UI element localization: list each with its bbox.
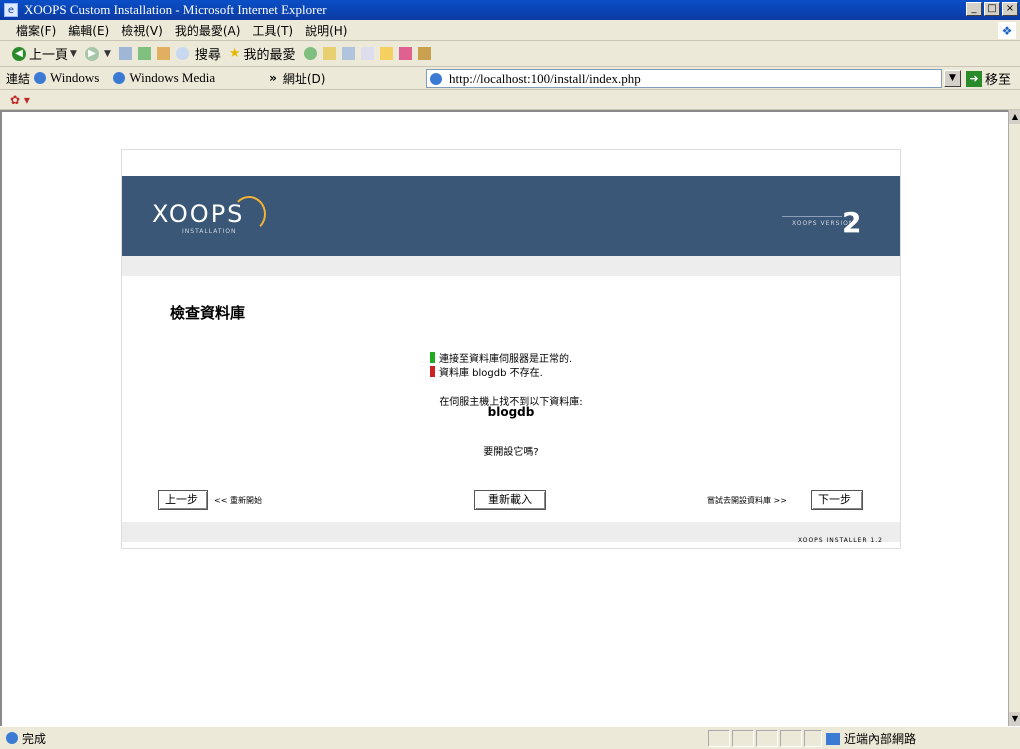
window-title: XOOPS Custom Installation - Microsoft In… — [24, 2, 327, 17]
logo-subtitle: INSTALLATION — [182, 228, 237, 235]
chevron-down-icon: ▼ — [103, 48, 111, 59]
status-bar: 完成 近端內部網路 — [0, 726, 1020, 749]
link-windows-media-label: Windows Media — [129, 70, 216, 85]
menu-tools[interactable]: 工具(T) — [252, 22, 293, 39]
address-bar: 連結 Windows Windows Media » 網址(D) http://… — [0, 67, 1020, 90]
back-label: 上一頁 — [29, 48, 69, 63]
intranet-zone-icon — [826, 732, 840, 745]
prev-button[interactable]: 上一步 — [158, 490, 208, 510]
status-panel — [780, 730, 802, 747]
favorites-button[interactable]: ★ 我的最愛 — [229, 44, 296, 63]
go-arrow-icon: ➜ — [966, 70, 982, 87]
status-panel — [804, 730, 822, 747]
forward-arrow-icon: ▶ — [84, 46, 99, 61]
search-icon — [175, 47, 189, 60]
edit-icon[interactable] — [360, 47, 374, 60]
link-windows-label: Windows — [50, 70, 100, 85]
star-icon: ★ — [228, 46, 241, 61]
error-indicator-icon — [430, 366, 435, 377]
next-button[interactable]: 下一步 — [811, 490, 863, 510]
browser-viewport: XOOPS INSTALLATION XOOPS VERSION 2 檢查資料庫… — [0, 110, 1008, 726]
installer-page: XOOPS INSTALLATION XOOPS VERSION 2 檢查資料庫… — [122, 150, 900, 548]
ie-page-icon — [34, 72, 47, 84]
installer-banner: XOOPS INSTALLATION XOOPS VERSION 2 — [122, 176, 900, 256]
banner-divider — [122, 256, 900, 276]
links-overflow-chevron-icon[interactable]: » — [269, 71, 277, 85]
history-icon[interactable] — [303, 47, 317, 60]
status-text: 完成 — [22, 731, 47, 746]
status-ok-text: 連接至資料庫伺服器是正常的. — [439, 354, 573, 365]
status-done: 完成 — [6, 730, 46, 747]
page-title: 檢查資料庫 — [170, 304, 246, 322]
discuss-icon[interactable] — [379, 47, 393, 60]
menu-favorites[interactable]: 我的最愛(A) — [175, 22, 241, 39]
version-rule — [782, 216, 842, 217]
database-name: blogdb — [487, 405, 535, 419]
favorites-label: 我的最愛 — [243, 48, 296, 63]
prev-hint: << 重新開始 — [214, 496, 262, 505]
forward-button[interactable]: ▶ ▼ — [84, 46, 111, 61]
security-zone[interactable]: 近端內部網路 — [826, 730, 916, 747]
print-icon[interactable] — [341, 47, 355, 60]
windows-logo-icon: ❖ — [998, 22, 1016, 39]
home-icon[interactable] — [156, 47, 170, 60]
status-error-text: 資料庫 blogdb 不存在. — [439, 368, 543, 379]
search-button[interactable]: 搜尋 — [175, 44, 221, 63]
mail-icon[interactable] — [322, 47, 336, 60]
refresh-icon[interactable] — [137, 47, 151, 60]
status-ok: 連接至資料庫伺服器是正常的. — [430, 350, 572, 365]
ie-page-icon — [113, 72, 126, 84]
next-hint: 嘗試去開設資料庫 >> — [707, 496, 787, 505]
toolbar: ◀ 上一頁 ▼ ▶ ▼ 搜尋 ★ 我的最愛 — [0, 41, 1020, 67]
xoops-logo: XOOPS — [152, 200, 245, 228]
page-icon — [430, 73, 442, 85]
stop-icon[interactable] — [118, 47, 132, 60]
ok-indicator-icon — [430, 352, 435, 363]
status-panel — [756, 730, 778, 747]
window-titlebar: e XOOPS Custom Installation - Microsoft … — [0, 0, 1020, 20]
back-arrow-icon: ◀ — [12, 46, 26, 61]
vertical-scrollbar[interactable]: ▲ ▼ — [1008, 110, 1020, 726]
addon-icon[interactable]: ✿ ▾ — [10, 93, 30, 107]
menu-help[interactable]: 說明(H) — [305, 22, 347, 39]
menu-edit[interactable]: 編輯(E) — [68, 22, 109, 39]
chevron-down-icon: ▼ — [70, 48, 77, 59]
address-label: 網址(D) — [282, 71, 326, 86]
zone-text: 近端內部網路 — [844, 732, 917, 746]
minimize-button[interactable]: _ — [966, 2, 982, 16]
footer-divider — [122, 522, 900, 542]
back-button[interactable]: ◀ 上一頁 ▼ — [12, 44, 77, 63]
messenger-icon[interactable] — [398, 47, 412, 60]
link-windows-media[interactable]: Windows Media — [113, 70, 215, 86]
status-error: 資料庫 blogdb 不存在. — [430, 364, 543, 379]
links-label: 連結 — [6, 71, 31, 86]
maximize-button[interactable]: □ — [984, 2, 1000, 16]
go-label: 移至 — [985, 73, 1012, 88]
go-button[interactable]: ➜ 移至 — [966, 69, 1011, 88]
menu-file[interactable]: 檔案(F) — [16, 22, 56, 39]
extra-toolbar: ✿ ▾ — [0, 90, 1020, 110]
research-icon[interactable] — [417, 47, 431, 60]
logo-swoosh-icon — [232, 196, 266, 232]
address-dropdown-icon[interactable]: ▼ — [944, 70, 961, 87]
scroll-up-icon[interactable]: ▲ — [1009, 110, 1020, 124]
status-panel — [708, 730, 730, 747]
installer-footer: XOOPS INSTALLER 1.2 — [798, 537, 883, 544]
close-button[interactable]: × — [1002, 2, 1018, 16]
version-number: 2 — [842, 206, 862, 239]
ie-icon: e — [4, 3, 18, 17]
menu-bar: 檔案(F) 編輯(E) 檢視(V) 我的最愛(A) 工具(T) 說明(H) ❖ — [0, 20, 1020, 41]
link-windows[interactable]: Windows — [34, 70, 99, 86]
menu-view[interactable]: 檢視(V) — [121, 22, 163, 39]
reload-button[interactable]: 重新載入 — [474, 490, 546, 510]
scroll-down-icon[interactable]: ▼ — [1009, 712, 1020, 726]
create-prompt: 要開設它嗎? — [483, 447, 539, 458]
search-label: 搜尋 — [194, 48, 221, 63]
status-panel — [732, 730, 754, 747]
address-input[interactable]: http://localhost:100/install/index.php — [426, 69, 942, 88]
page-done-icon — [6, 732, 18, 744]
